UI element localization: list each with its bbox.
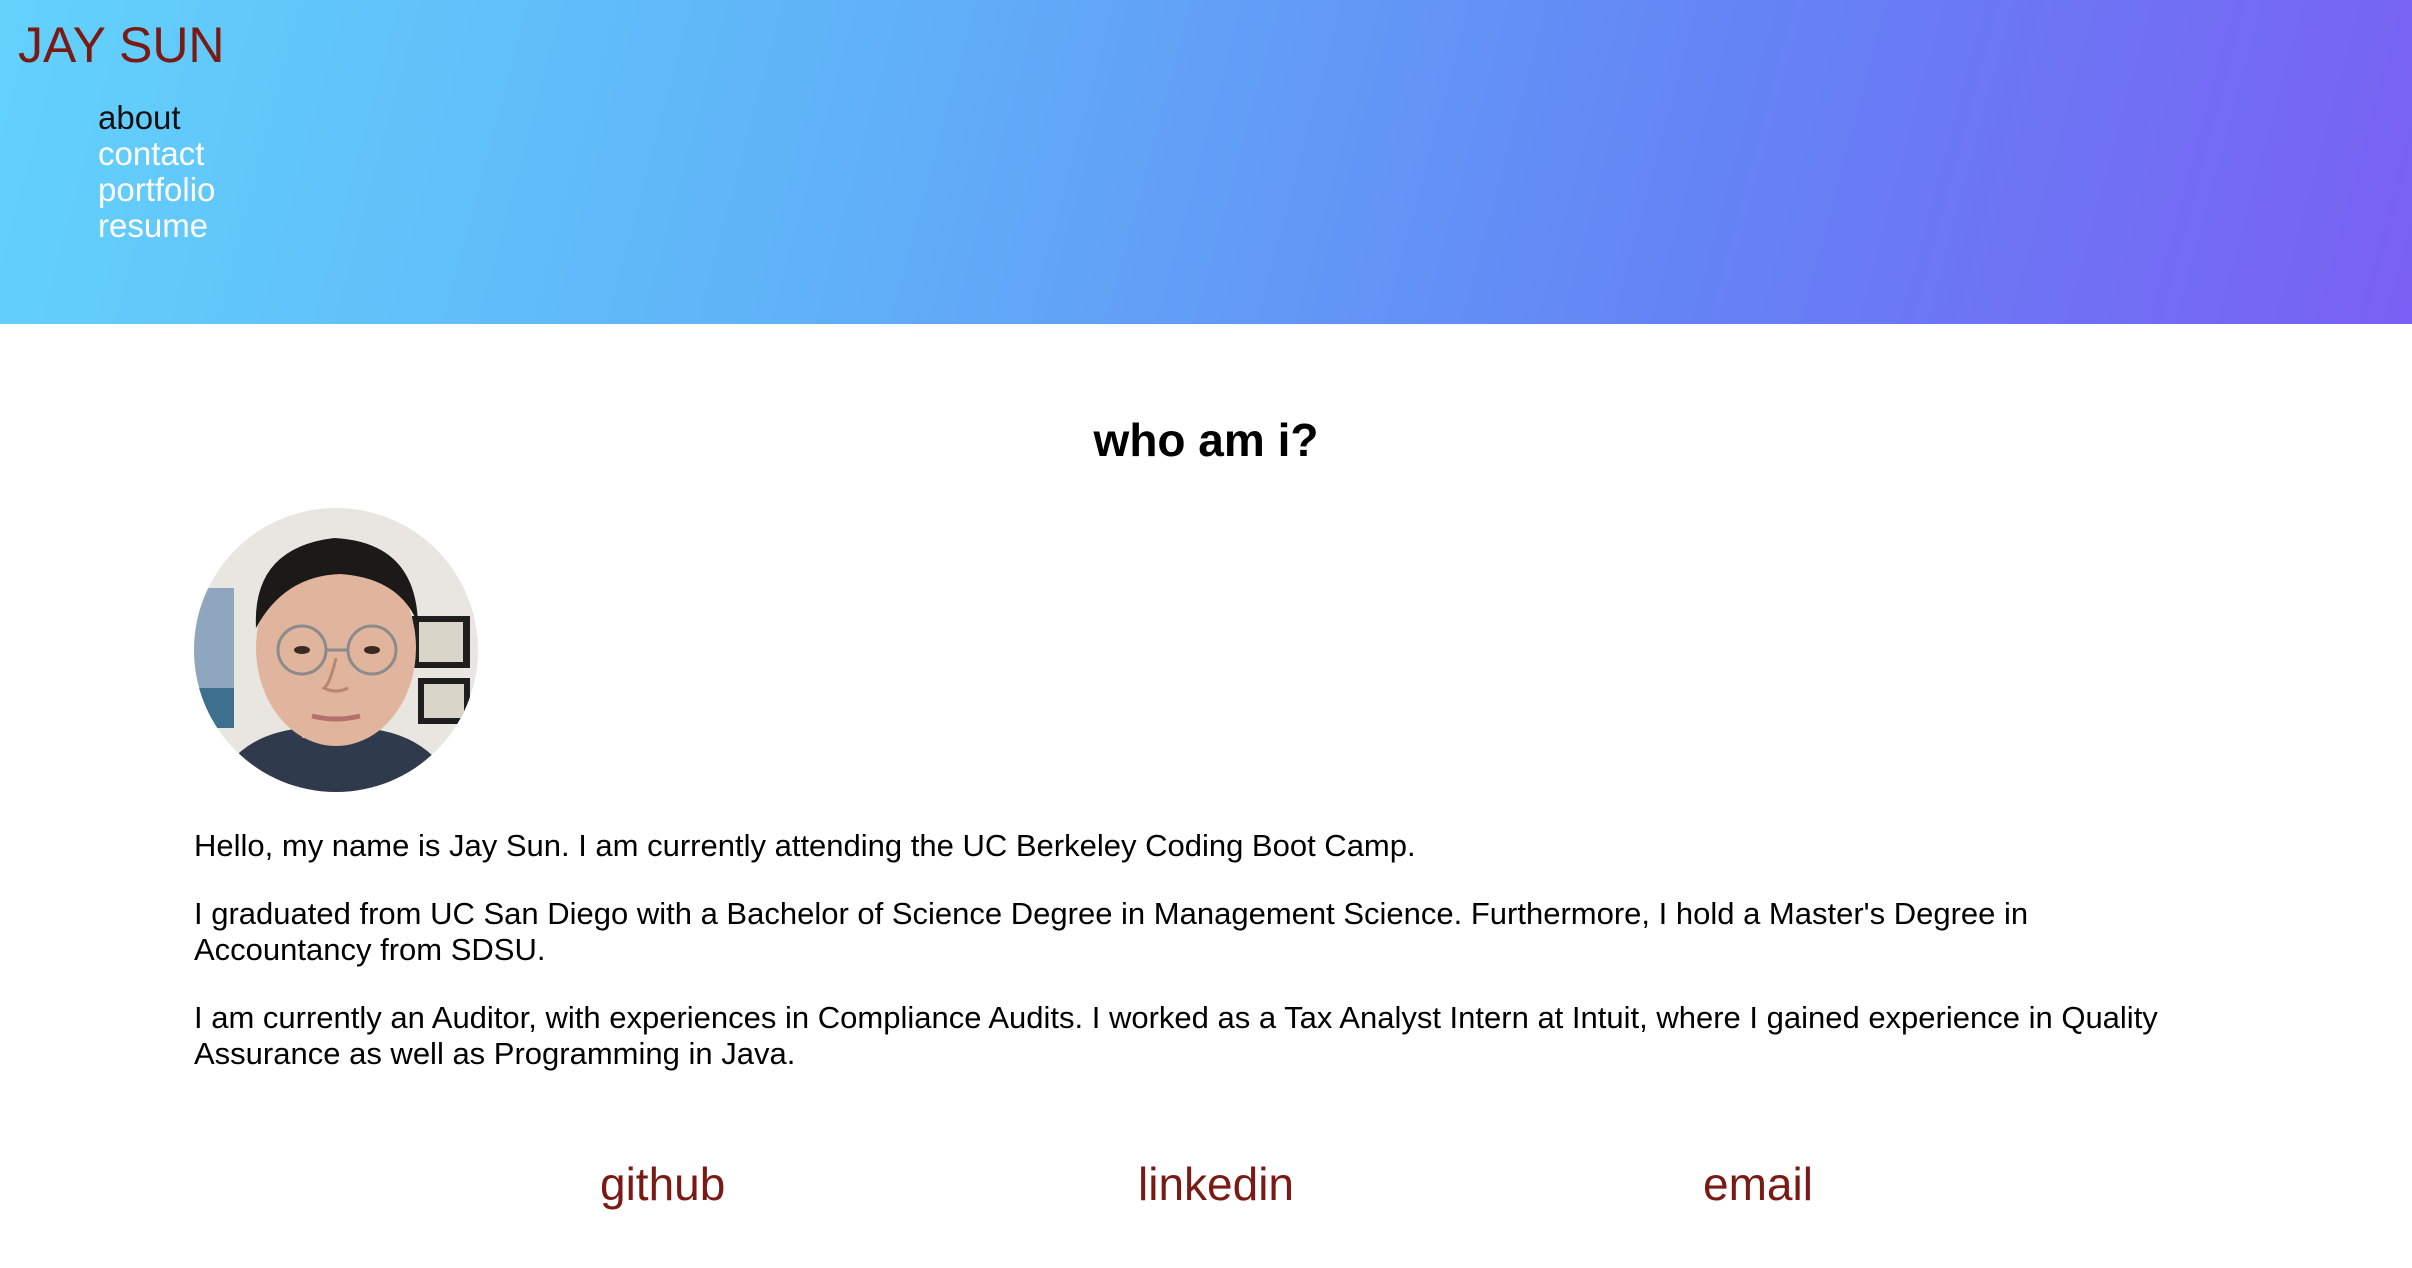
site-brand[interactable]: JAY SUN [18,14,225,76]
profile-photo [194,508,478,792]
bio: Hello, my name is Jay Sun. I am currentl… [194,828,2194,1104]
email-link[interactable]: email [1703,1156,1813,1212]
profile-photo-illustration [194,508,478,792]
section-title: who am i? [1093,414,1319,466]
nav-item-resume[interactable]: resume [98,208,215,244]
bio-paragraph: I graduated from UC San Diego with a Bac… [194,896,2029,967]
linkedin-link[interactable]: linkedin [1138,1156,1294,1212]
nav-item-about[interactable]: about [98,100,215,136]
site-header: JAY SUN about contact portfolio resume [0,0,2412,324]
main-nav: about contact portfolio resume [98,100,215,244]
bio-paragraph: Hello, my name is Jay Sun. I am currentl… [194,828,1416,863]
github-link[interactable]: github [600,1156,725,1212]
bio-paragraph: I am currently an Auditor, with experien… [194,1000,2158,1071]
about-section: who am i? Hello, my name is Jay Sun. I a… [0,324,2412,1268]
social-links: github linkedin email [0,1156,2412,1216]
nav-item-contact[interactable]: contact [98,136,215,172]
nav-item-portfolio[interactable]: portfolio [98,172,215,208]
